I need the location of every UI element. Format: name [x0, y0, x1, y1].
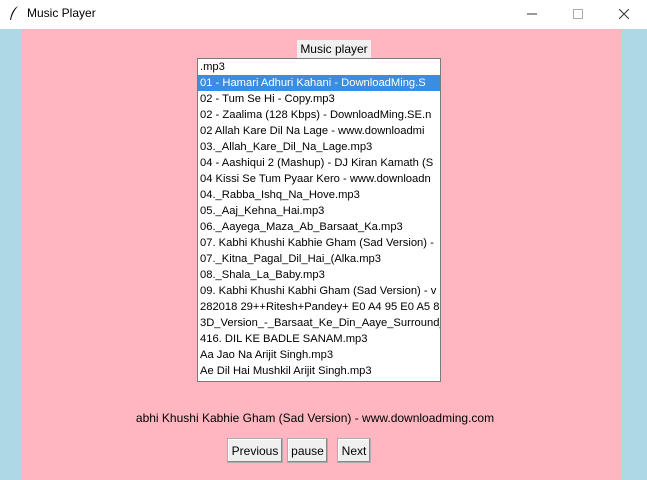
minimize-button[interactable]	[509, 0, 555, 28]
close-button[interactable]	[601, 0, 647, 28]
playlist-item[interactable]: 04 Kissi Se Tum Pyaar Kero - www.downloa…	[198, 171, 440, 187]
playlist-item[interactable]: Ae Dil Hai Mushkil Arijit Singh.mp3	[198, 363, 440, 379]
playlist-item[interactable]: 02 Allah Kare Dil Na Lage - www.download…	[198, 123, 440, 139]
playlist-item[interactable]: 05._Aaj_Kehna_Hai.mp3	[198, 203, 440, 219]
playlist-item[interactable]: 02 - Zaalima (128 Kbps) - DownloadMing.S…	[198, 107, 440, 123]
close-icon	[619, 9, 629, 19]
playlist-item[interactable]: 416. DIL KE BADLE SANAM.mp3	[198, 331, 440, 347]
pause-button[interactable]: pause	[287, 438, 328, 463]
feather-icon	[10, 6, 18, 20]
now-playing-text: abhi Khushi Kabhie Gham (Sad Version) - …	[135, 411, 495, 425]
now-playing-label: abhi Khushi Kabhie Gham (Sad Version) - …	[22, 411, 622, 425]
playlist-item[interactable]: Aa Jao Na Arijit Singh.mp3	[198, 347, 440, 363]
maximize-icon	[573, 9, 583, 19]
playlist-item[interactable]: 02 - Tum Se Hi - Copy.mp3	[198, 91, 440, 107]
maximize-button[interactable]	[555, 0, 601, 28]
playlist-item[interactable]: 3D_Version_-_Barsaat_Ke_Din_Aaye_Surroun…	[198, 315, 440, 331]
playlist-item[interactable]: 08._Shala_La_Baby.mp3	[198, 267, 440, 283]
playlist-item[interactable]: 03._Allah_Kare_Dil_Na_Lage.mp3	[198, 139, 440, 155]
playlist-item[interactable]: 09. Kabhi Khushi Kabhi Gham (Sad Version…	[198, 283, 440, 299]
window-title: Music Player	[27, 6, 96, 20]
playlist-item[interactable]: 04 - Aashiqui 2 (Mashup) - DJ Kiran Kama…	[198, 155, 440, 171]
title-bar: Music Player	[0, 0, 647, 28]
playlist-item[interactable]: .mp3	[198, 59, 440, 75]
playlist-item[interactable]: 07. Kabhi Khushi Kabhie Gham (Sad Versio…	[198, 235, 440, 251]
playlist-item[interactable]: 07._Kitna_Pagal_Dil_Hai_(Alka.mp3	[198, 251, 440, 267]
previous-button[interactable]: Previous	[227, 438, 283, 463]
playlist-item[interactable]: 282018 29++Ritesh+Pandey+ E0 A4 95 E0 A5…	[198, 299, 440, 315]
playlist-item[interactable]: 06._Aayega_Maza_Ab_Barsaat_Ka.mp3	[198, 219, 440, 235]
playlist-item[interactable]: 04._Rabba_Ishq_Na_Hove.mp3	[198, 187, 440, 203]
playlist-item[interactable]: 01 - Hamari Adhuri Kahani - DownloadMing…	[198, 75, 440, 91]
minimize-icon	[527, 13, 537, 15]
next-button[interactable]: Next	[337, 438, 371, 463]
header-label: Music player	[297, 40, 371, 58]
playlist-listbox[interactable]: .mp3 01 - Hamari Adhuri Kahani - Download…	[197, 58, 441, 382]
